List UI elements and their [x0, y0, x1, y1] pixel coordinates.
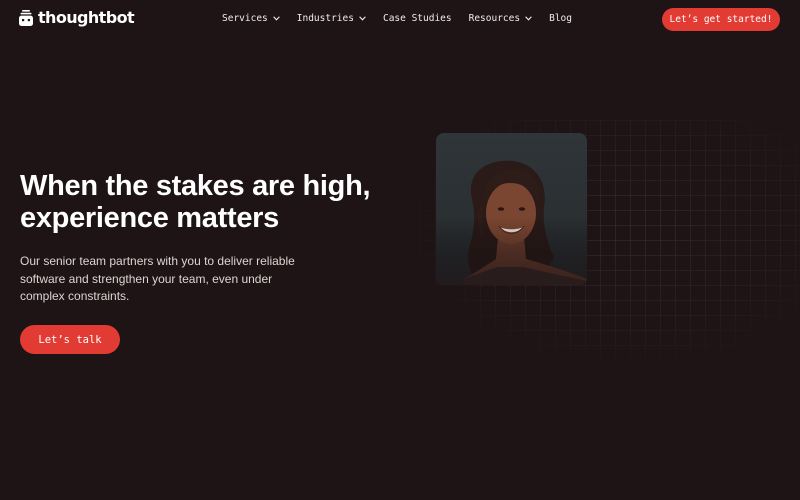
- robot-icon: [19, 9, 33, 26]
- main-nav: Services Industries Case Studies Resourc…: [222, 13, 589, 24]
- chevron-down-icon: [272, 16, 280, 21]
- nav-label: Blog: [549, 13, 572, 24]
- person-portrait: [436, 133, 587, 285]
- hero-subtext-line: complex constraints.: [20, 289, 130, 303]
- nav-label: Case Studies: [382, 13, 452, 24]
- nav-services[interactable]: Services: [222, 13, 280, 24]
- hero-subtext: Our senior team partners with you to del…: [20, 253, 320, 306]
- hero-subtext-line: Our senior team partners with you to del…: [20, 254, 295, 268]
- hero-headline: When the stakes are high, experience mat…: [20, 170, 420, 234]
- chevron-down-icon: [359, 16, 366, 21]
- nav-label: Industries: [296, 13, 354, 24]
- nav-industries[interactable]: Industries: [297, 13, 366, 24]
- brand-name: thoughtbot: [38, 8, 135, 27]
- page: thoughtbot Services Industries Case Stud…: [0, 0, 800, 500]
- hero-photo: [436, 133, 587, 285]
- lets-talk-button[interactable]: Let’s talk: [20, 325, 120, 354]
- get-started-button[interactable]: Let’s get started!: [662, 8, 780, 31]
- nav-case-studies[interactable]: Case Studies: [383, 13, 452, 24]
- hero-headline-line: When the stakes are high,: [20, 170, 371, 202]
- nav-label: Resources: [468, 13, 521, 24]
- hero-subtext-line: software and strengthen your team, even …: [20, 271, 273, 286]
- chevron-down-icon: [525, 16, 532, 21]
- hero-headline-line: experience matters: [20, 202, 279, 234]
- nav-label: Services: [222, 13, 268, 24]
- nav-blog[interactable]: Blog: [549, 13, 572, 24]
- site-header: thoughtbot Services Industries Case Stud…: [0, 0, 800, 40]
- nav-resources[interactable]: Resources: [469, 13, 532, 24]
- logo-link[interactable]: thoughtbot: [19, 8, 135, 27]
